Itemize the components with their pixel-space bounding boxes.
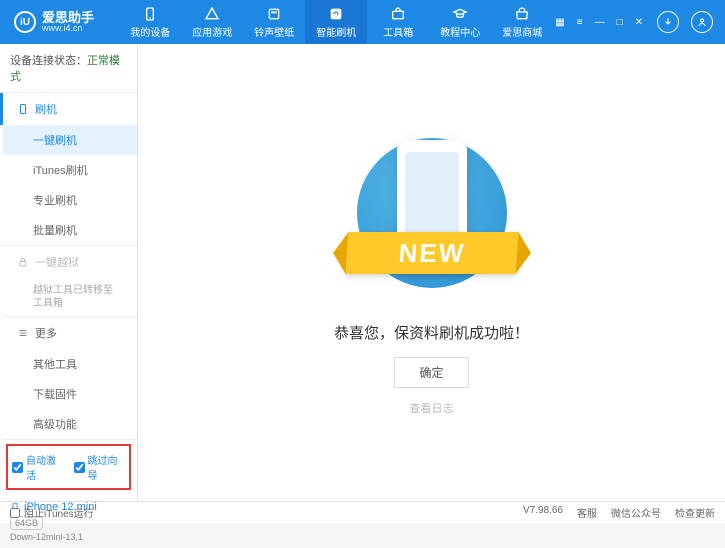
main-nav: 我的设备 应用游戏 铃声壁纸 智能刷机 工具箱 教程中心 爱思商城 [119,0,553,44]
status-update-link[interactable]: 检查更新 [675,505,715,520]
block-itunes-checkbox[interactable] [10,508,20,518]
app-url: www.i4.cn [42,24,94,33]
connection-status: 设备连接状态：正常模式 [0,44,137,93]
phone-flash-icon [17,103,29,115]
view-log-link[interactable]: 查看日志 [410,400,454,416]
store-icon [514,6,530,22]
logo-area: iU 爱思助手 www.i4.cn [4,11,119,33]
nav-apps-games[interactable]: 应用游戏 [181,0,243,44]
block-itunes-option[interactable]: 阻止iTunes运行 [10,505,94,520]
sidebar-item-download-fw[interactable]: 下载固件 [3,379,137,409]
nav-smart-flash[interactable]: 智能刷机 [305,0,367,44]
confirm-button[interactable]: 确定 [394,357,468,388]
sidebar-item-itunes-flash[interactable]: iTunes刷机 [3,155,137,185]
list-icon [17,327,29,339]
menu-icon[interactable]: ▦ [553,15,566,30]
lock-icon [17,256,29,268]
nav-store[interactable]: 爱思商城 [491,0,553,44]
status-wechat-link[interactable]: 微信公众号 [611,505,661,520]
sidebar-item-oneclick-flash[interactable]: 一键刷机 [3,125,137,155]
version-label: V7.98.66 [523,505,563,520]
auto-activate-checkbox[interactable] [12,462,23,473]
sidebar: 设备连接状态：正常模式 刷机 一键刷机 iTunes刷机 专业刷机 批量刷机 一… [0,44,138,501]
toolbox-icon [390,6,406,22]
device-info: iPhone 12 mini 64GB Down-12mini-13,1 [0,494,137,548]
wallpaper-icon [266,6,282,22]
nav-my-device[interactable]: 我的设备 [119,0,181,44]
success-message: 恭喜您，保资料刷机成功啦！ [334,322,529,343]
user-button[interactable] [691,11,713,33]
sidebar-item-pro-flash[interactable]: 专业刷机 [3,185,137,215]
download-button[interactable] [657,11,679,33]
sidebar-section-more[interactable]: 更多 [3,317,137,349]
sidebar-item-batch-flash[interactable]: 批量刷机 [3,215,137,245]
titlebar: iU 爱思助手 www.i4.cn 我的设备 应用游戏 铃声壁纸 智能刷机 工具… [0,0,725,44]
success-illustration: NEW [332,130,532,300]
sidebar-item-advanced[interactable]: 高级功能 [3,409,137,439]
sidebar-item-other-tools[interactable]: 其他工具 [3,349,137,379]
nav-ringtones[interactable]: 铃声壁纸 [243,0,305,44]
maximize-icon[interactable]: □ [615,15,625,30]
close-icon[interactable]: ✕ [633,15,645,30]
options-box: 自动激活 跳过向导 [6,444,131,490]
app-logo-icon: iU [14,11,36,33]
skip-guide-checkbox[interactable] [74,462,85,473]
phone-icon [142,6,158,22]
apps-icon [204,6,220,22]
main-content: NEW 恭喜您，保资料刷机成功啦！ 确定 查看日志 [138,44,725,501]
new-ribbon: NEW [345,232,518,274]
jailbreak-note: 越狱工具已转移至 工具箱 [3,278,137,316]
graduation-icon [452,6,468,22]
nav-tutorials[interactable]: 教程中心 [429,0,491,44]
sidebar-section-jailbreak: 一键越狱 [3,246,137,278]
option-skip-guide[interactable]: 跳过向导 [74,452,126,482]
refresh-icon [328,6,344,22]
minimize-icon[interactable]: — [593,15,607,30]
skin-icon[interactable]: ≡ [575,15,585,30]
window-controls: ▦ ≡ — □ ✕ [553,11,721,33]
device-model-info: Down-12mini-13,1 [10,532,127,542]
sidebar-section-flash[interactable]: 刷机 [0,93,137,125]
status-support-link[interactable]: 客服 [577,505,597,520]
nav-toolbox[interactable]: 工具箱 [367,0,429,44]
option-auto-activate[interactable]: 自动激活 [12,452,64,482]
